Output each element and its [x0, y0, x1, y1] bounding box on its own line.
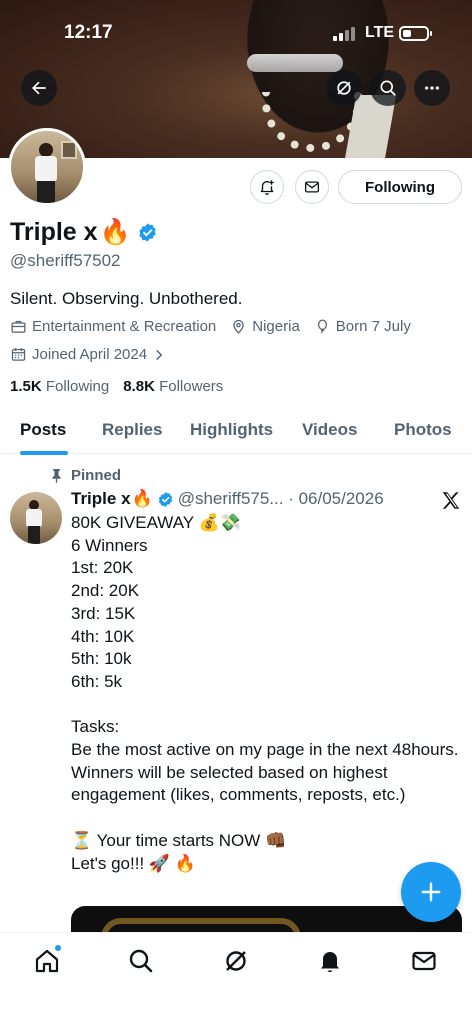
post-author-emoji: 🔥	[131, 489, 153, 508]
grok-icon	[226, 951, 246, 971]
balloon-icon	[317, 319, 327, 334]
nav-grok[interactable]	[222, 947, 250, 975]
back-button[interactable]	[21, 70, 57, 106]
joined-item[interactable]: Joined April 2024	[10, 346, 166, 363]
back-arrow-icon	[32, 81, 46, 95]
home-icon	[35, 949, 59, 973]
status-bar: 12:17 LTE	[0, 18, 472, 48]
profile-handle: @sheriff57502	[10, 251, 121, 270]
more-icon	[424, 86, 440, 90]
network-label: LTE	[365, 24, 395, 41]
x-logo-icon[interactable]	[440, 490, 462, 512]
briefcase-icon	[11, 320, 26, 333]
home-notification-dot	[55, 945, 61, 951]
notifications-toggle-button[interactable]	[250, 170, 284, 204]
profile-meta-row: Entertainment & Recreation Nigeria Born …	[10, 318, 411, 335]
following-count-link[interactable]: 1.5K Following	[10, 378, 109, 395]
grok-icon	[337, 81, 351, 95]
post-author-name[interactable]: Triple x	[71, 489, 131, 509]
nav-notifications[interactable]	[316, 947, 344, 975]
tab-photos[interactable]: Photos	[394, 420, 452, 440]
followers-count-link[interactable]: 8.8K Followers	[123, 378, 223, 395]
bottom-nav	[0, 932, 472, 1024]
joined-row[interactable]: Joined April 2024	[10, 346, 166, 363]
fire-emoji: 🔥	[99, 218, 131, 246]
verified-badge-icon	[138, 223, 156, 242]
more-button[interactable]	[414, 70, 450, 106]
post-verified-badge-icon	[158, 491, 172, 507]
post-text: 80K GIVEAWAY 💰💸 6 Winners 1st: 20K 2nd: …	[71, 513, 459, 873]
birthday-item: Born 7 July	[314, 318, 411, 335]
message-button[interactable]	[295, 170, 329, 204]
location-pin-icon	[233, 319, 245, 334]
following-button[interactable]: Following	[338, 170, 462, 204]
pin-icon	[52, 469, 61, 483]
profile-name-text: Triple x	[10, 218, 98, 246]
profile-bio: Silent. Observing. Unbothered.	[10, 289, 243, 308]
nav-messages[interactable]	[410, 947, 438, 975]
post-handle-date: @sheriff575... · 06/05/2026	[177, 489, 384, 508]
pinned-label: Pinned	[50, 467, 121, 484]
bell-plus-icon	[260, 180, 274, 195]
location-item: Nigeria	[230, 318, 300, 335]
compose-button[interactable]	[401, 862, 461, 922]
post-author-avatar[interactable]	[10, 492, 62, 544]
profile-avatar[interactable]	[8, 128, 86, 206]
tab-highlights[interactable]: Highlights	[190, 420, 273, 440]
nav-home[interactable]	[33, 947, 61, 975]
calendar-icon	[11, 348, 26, 361]
tab-posts[interactable]: Posts	[20, 420, 66, 440]
banner-glasses	[247, 54, 343, 72]
active-tab-indicator	[20, 451, 68, 455]
envelope-icon	[412, 951, 436, 971]
nav-search[interactable]	[127, 947, 155, 975]
tab-replies[interactable]: Replies	[102, 420, 162, 440]
search-icon	[129, 949, 153, 973]
category-item: Entertainment & Recreation	[10, 318, 216, 335]
battery-icon	[399, 26, 429, 41]
bell-icon	[321, 952, 339, 973]
profile-name: Triple x 🔥	[10, 218, 158, 247]
grok-button[interactable]	[326, 70, 362, 106]
chevron-right-icon	[156, 349, 163, 360]
post-header: Triple x 🔥 @sheriff575... · 06/05/2026	[71, 489, 384, 509]
plus-icon	[421, 882, 441, 902]
profile-tabs: Posts Replies Highlights Videos Photos	[0, 410, 472, 455]
tab-videos[interactable]: Videos	[302, 420, 357, 440]
search-icon	[380, 80, 396, 96]
follow-counts: 1.5K Following 8.8K Followers	[10, 378, 223, 395]
signal-icon	[333, 27, 355, 41]
envelope-icon	[304, 181, 320, 193]
status-time: 12:17	[64, 22, 113, 43]
search-button[interactable]	[370, 70, 406, 106]
